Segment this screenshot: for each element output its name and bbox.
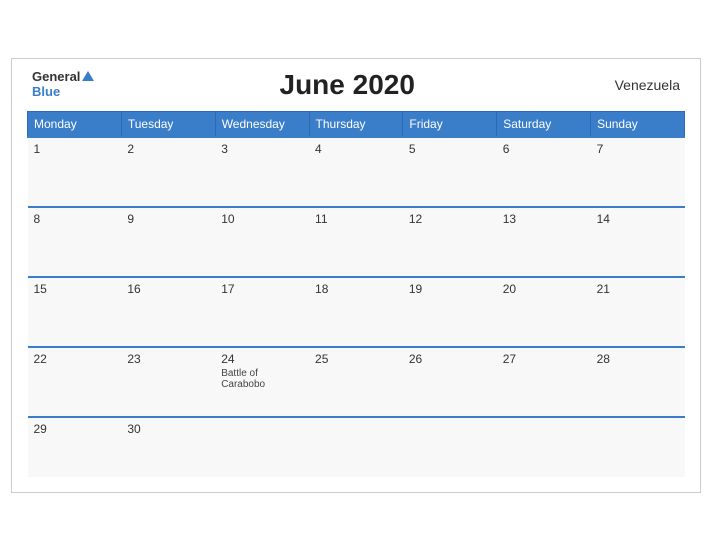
day-number: 6	[503, 142, 585, 156]
logo-triangle-icon	[82, 71, 94, 81]
day-number: 12	[409, 212, 491, 226]
weekday-header: Saturday	[497, 111, 591, 137]
day-number: 23	[127, 352, 209, 366]
calendar-grid: MondayTuesdayWednesdayThursdayFridaySatu…	[27, 111, 685, 477]
calendar-cell: 29	[28, 417, 122, 477]
day-number: 10	[221, 212, 303, 226]
day-number: 1	[34, 142, 116, 156]
day-number: 20	[503, 282, 585, 296]
calendar-cell: 16	[121, 277, 215, 347]
day-number: 21	[597, 282, 679, 296]
day-number: 3	[221, 142, 303, 156]
calendar-cell: 14	[591, 207, 685, 277]
weekday-header: Sunday	[591, 111, 685, 137]
calendar-cell	[309, 417, 403, 477]
day-number: 18	[315, 282, 397, 296]
calendar-cell	[215, 417, 309, 477]
day-number: 5	[409, 142, 491, 156]
logo-blue-text: Blue	[32, 85, 60, 99]
calendar-cell: 8	[28, 207, 122, 277]
calendar-title: June 2020	[94, 69, 600, 101]
calendar-cell: 6	[497, 137, 591, 207]
day-number: 16	[127, 282, 209, 296]
weekday-header: Tuesday	[121, 111, 215, 137]
day-number: 25	[315, 352, 397, 366]
calendar-cell: 15	[28, 277, 122, 347]
calendar-cell: 21	[591, 277, 685, 347]
day-number: 4	[315, 142, 397, 156]
calendar-cell: 17	[215, 277, 309, 347]
weekday-header: Monday	[28, 111, 122, 137]
day-number: 13	[503, 212, 585, 226]
day-number: 9	[127, 212, 209, 226]
day-number: 7	[597, 142, 679, 156]
calendar-cell: 2	[121, 137, 215, 207]
day-number: 2	[127, 142, 209, 156]
calendar-cell: 7	[591, 137, 685, 207]
day-number: 28	[597, 352, 679, 366]
day-number: 24	[221, 352, 303, 366]
calendar-week-row: 15 16 17 18 19 20 21	[28, 277, 685, 347]
calendar-cell: 30	[121, 417, 215, 477]
day-number: 29	[34, 422, 116, 436]
calendar-cell: 11	[309, 207, 403, 277]
weekday-header: Thursday	[309, 111, 403, 137]
calendar-cell: 12	[403, 207, 497, 277]
calendar-cell: 26	[403, 347, 497, 417]
calendar-cell	[591, 417, 685, 477]
day-number: 8	[34, 212, 116, 226]
calendar-week-row: 1234567	[28, 137, 685, 207]
calendar-week-row: 29 30	[28, 417, 685, 477]
event-text: Battle of Carabobo	[221, 368, 303, 390]
day-number: 27	[503, 352, 585, 366]
calendar-cell: 10	[215, 207, 309, 277]
calendar-cell: 28	[591, 347, 685, 417]
calendar-cell	[497, 417, 591, 477]
calendar-cell: 13	[497, 207, 591, 277]
day-number: 17	[221, 282, 303, 296]
calendar-cell: 22	[28, 347, 122, 417]
calendar-container: General Blue June 2020 Venezuela MondayT…	[11, 58, 701, 493]
calendar-cell: 3	[215, 137, 309, 207]
weekday-header-row: MondayTuesdayWednesdayThursdayFridaySatu…	[28, 111, 685, 137]
calendar-cell: 25	[309, 347, 403, 417]
logo: General Blue	[32, 70, 94, 99]
calendar-cell: 20	[497, 277, 591, 347]
calendar-week-row: 22 23 24 Battle of Carabobo 25 26 27 28	[28, 347, 685, 417]
day-number: 15	[34, 282, 116, 296]
day-number: 19	[409, 282, 491, 296]
day-number: 30	[127, 422, 209, 436]
day-number: 22	[34, 352, 116, 366]
calendar-week-row: 89 10 11 12 13 14	[28, 207, 685, 277]
calendar-cell: 5	[403, 137, 497, 207]
calendar-header: General Blue June 2020 Venezuela	[27, 69, 685, 101]
country-name: Venezuela	[600, 77, 680, 93]
calendar-cell: 18	[309, 277, 403, 347]
calendar-cell: 19	[403, 277, 497, 347]
calendar-cell: 24 Battle of Carabobo	[215, 347, 309, 417]
day-number: 11	[315, 212, 397, 226]
calendar-cell: 27	[497, 347, 591, 417]
calendar-cell	[403, 417, 497, 477]
calendar-cell: 1	[28, 137, 122, 207]
calendar-cell: 23	[121, 347, 215, 417]
calendar-cell: 9	[121, 207, 215, 277]
day-number: 14	[597, 212, 679, 226]
weekday-header: Wednesday	[215, 111, 309, 137]
logo-general-text: General	[32, 70, 80, 84]
day-number: 26	[409, 352, 491, 366]
calendar-cell: 4	[309, 137, 403, 207]
weekday-header: Friday	[403, 111, 497, 137]
